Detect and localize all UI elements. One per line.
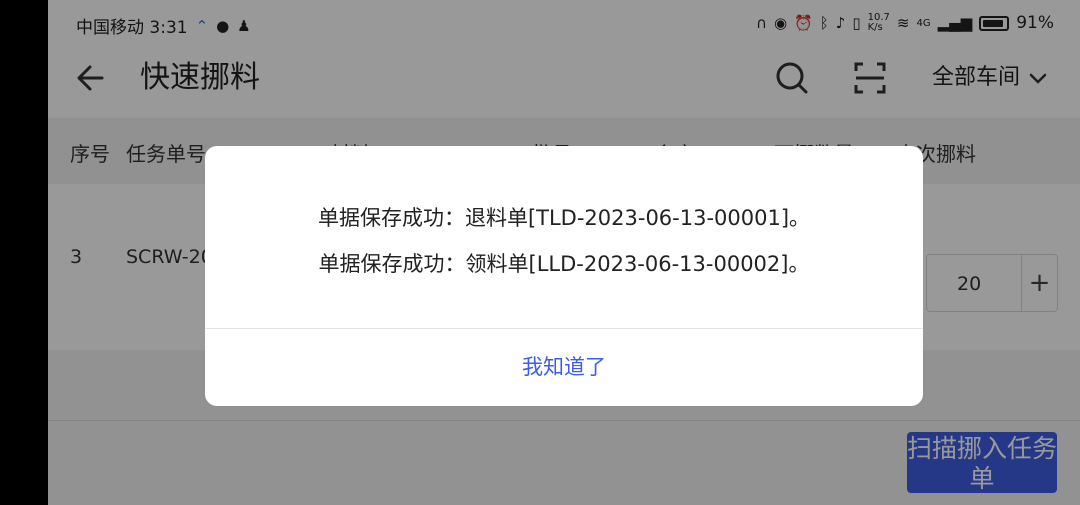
device-bezel bbox=[0, 0, 48, 505]
save-success-dialog: 单据保存成功：退料单[TLD-2023-06-13-00001]。 单据保存成功… bbox=[205, 146, 923, 406]
app-screen: 中国移动 3:31 ⌃ ● ♟ ∩ ◉ ⏰ ᛒ ♪ ▯ 10.7 K/s ≋ 4… bbox=[48, 0, 1080, 505]
dialog-message-issue: 单据保存成功：领料单[LLD-2023-06-13-00002]。 bbox=[318, 252, 810, 276]
dialog-message-return: 单据保存成功：退料单[TLD-2023-06-13-00001]。 bbox=[317, 206, 811, 230]
dialog-ok-button[interactable]: 我知道了 bbox=[205, 329, 923, 406]
